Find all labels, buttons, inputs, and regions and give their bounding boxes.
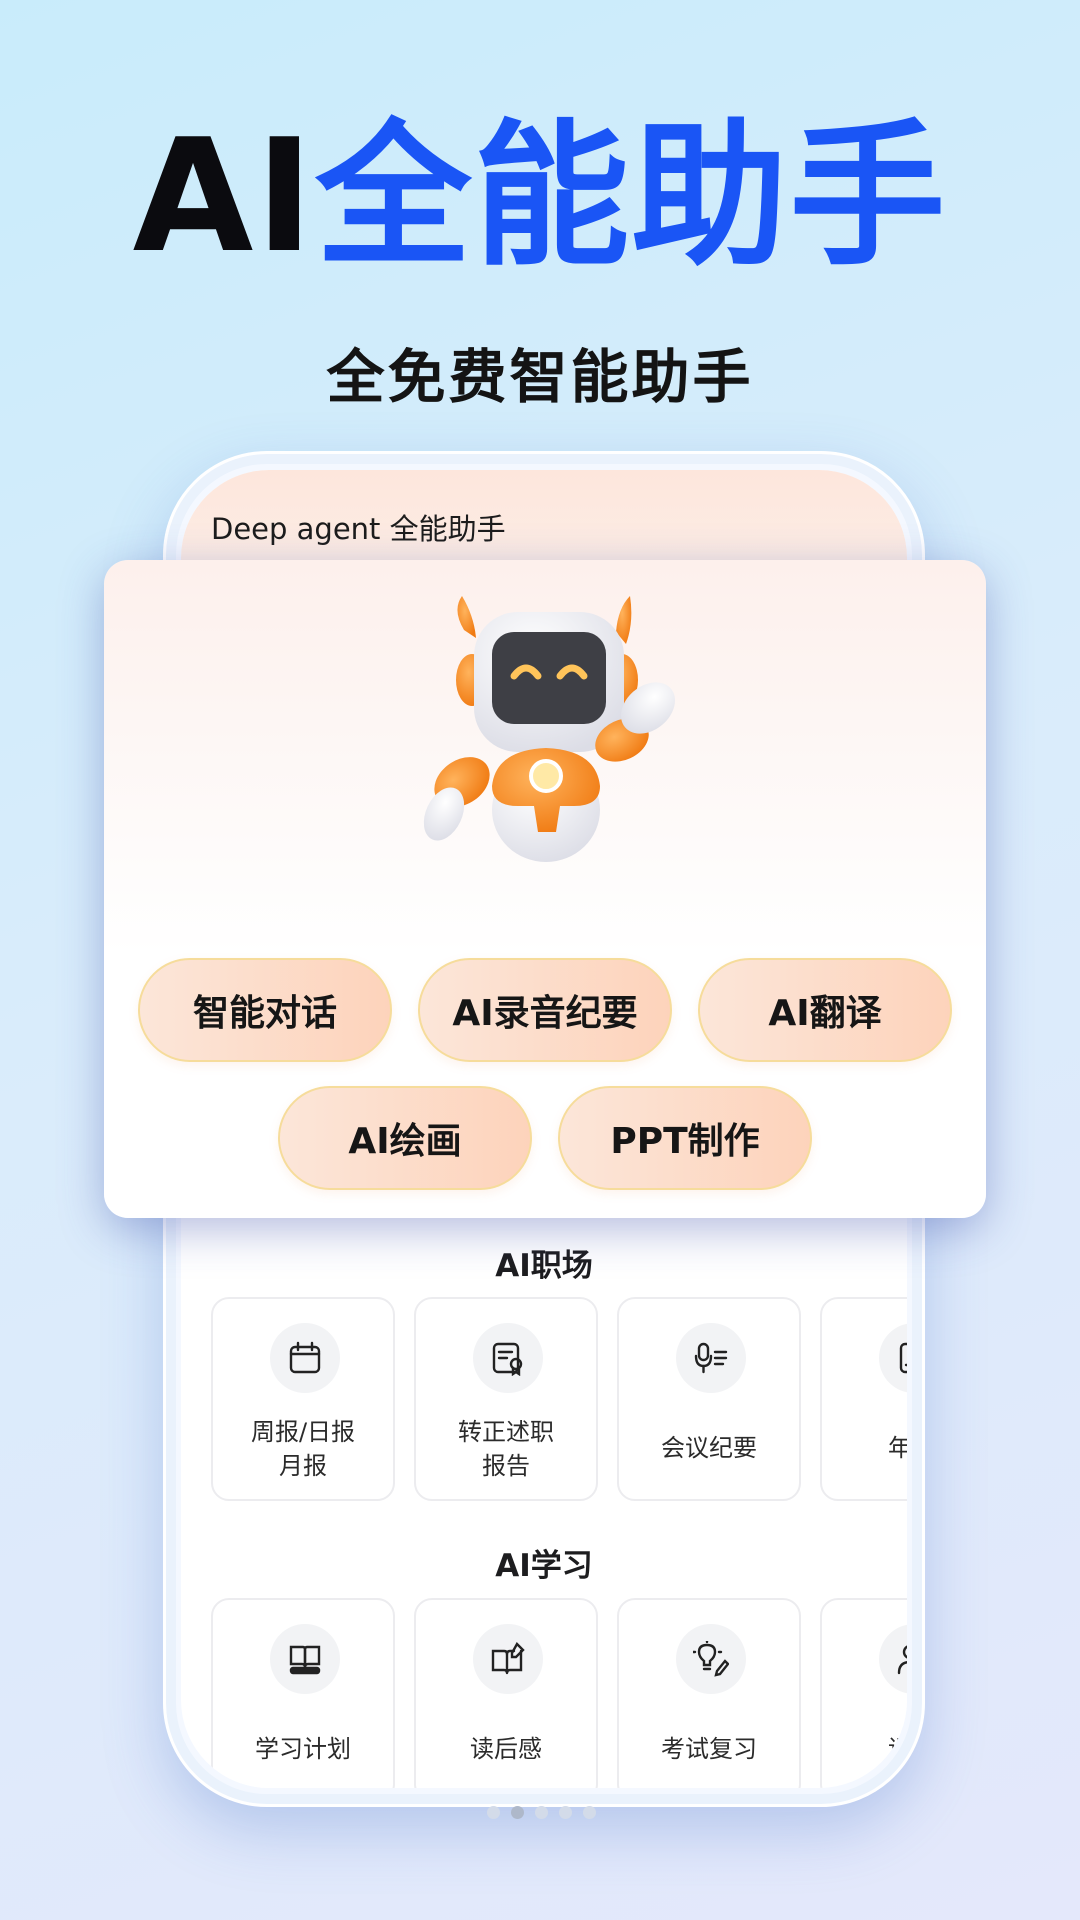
pagination-dot[interactable] [559, 1806, 572, 1819]
book-pen-icon [473, 1624, 543, 1694]
hero-title-main: 全能助手 [315, 105, 948, 287]
certificate-icon [473, 1323, 543, 1393]
app-title: Deep agent 全能助手 [211, 512, 506, 546]
pagination-dot[interactable] [583, 1806, 596, 1819]
tile-book-review[interactable]: 读后感 [414, 1598, 598, 1788]
hero-title-prefix: AI [132, 105, 316, 287]
tile-label: 学习计划 [255, 1735, 351, 1763]
tile-label: 转正述职 报告 [458, 1418, 554, 1480]
feature-drawing-button[interactable]: AI绘画 [278, 1086, 532, 1190]
feature-recording-notes-button[interactable]: AI录音纪要 [418, 958, 672, 1062]
feature-card: 智能对话 AI录音纪要 AI翻译 AI绘画 PPT制作 [104, 560, 986, 1218]
tile-label: 会议纪要 [661, 1434, 757, 1462]
microphone-notes-icon [676, 1323, 746, 1393]
hero-title: AI全能助手 [0, 118, 1080, 274]
pagination-dot-active[interactable] [511, 1806, 524, 1819]
person-icon [879, 1624, 907, 1694]
tile-label: 考试复习 [661, 1735, 757, 1763]
tile-meeting-notes[interactable]: 会议纪要 [617, 1297, 801, 1501]
tile-study-plan[interactable]: 学习计划 [211, 1598, 395, 1788]
tile-classroom[interactable]: 课堂 [820, 1598, 907, 1788]
study-grid: 学习计划 读后感 考试复习 课堂 [211, 1598, 907, 1788]
tile-label: 年终 [888, 1434, 907, 1462]
feature-translate-button[interactable]: AI翻译 [698, 958, 952, 1062]
tile-promotion-report[interactable]: 转正述职 报告 [414, 1297, 598, 1501]
lightbulb-icon [676, 1624, 746, 1694]
calendar-icon [270, 1323, 340, 1393]
book-icon [270, 1624, 340, 1694]
pagination-dots [487, 1806, 597, 1820]
feature-smart-chat-button[interactable]: 智能对话 [138, 958, 392, 1062]
tile-exam-review[interactable]: 考试复习 [617, 1598, 801, 1788]
document-icon [879, 1323, 907, 1393]
pagination-dot[interactable] [487, 1806, 500, 1819]
tile-label: 周报/日报 月报 [250, 1418, 356, 1480]
tile-year-end[interactable]: 年终 [820, 1297, 907, 1501]
tile-label: 读后感 [470, 1735, 542, 1763]
feature-ppt-button[interactable]: PPT制作 [558, 1086, 812, 1190]
hero-subtitle: 全免费智能助手 [326, 343, 754, 411]
tile-label: 课堂 [888, 1735, 907, 1763]
tile-weekly-report[interactable]: 周报/日报 月报 [211, 1297, 395, 1501]
section-title-workplace: AI职场 [495, 1248, 593, 1284]
robot-mascot-icon [423, 596, 675, 862]
pagination-dot[interactable] [535, 1806, 548, 1819]
section-title-study: AI学习 [495, 1548, 593, 1584]
workplace-grid: 周报/日报 月报 转正述职 报告 会议纪要 年 [211, 1297, 907, 1507]
